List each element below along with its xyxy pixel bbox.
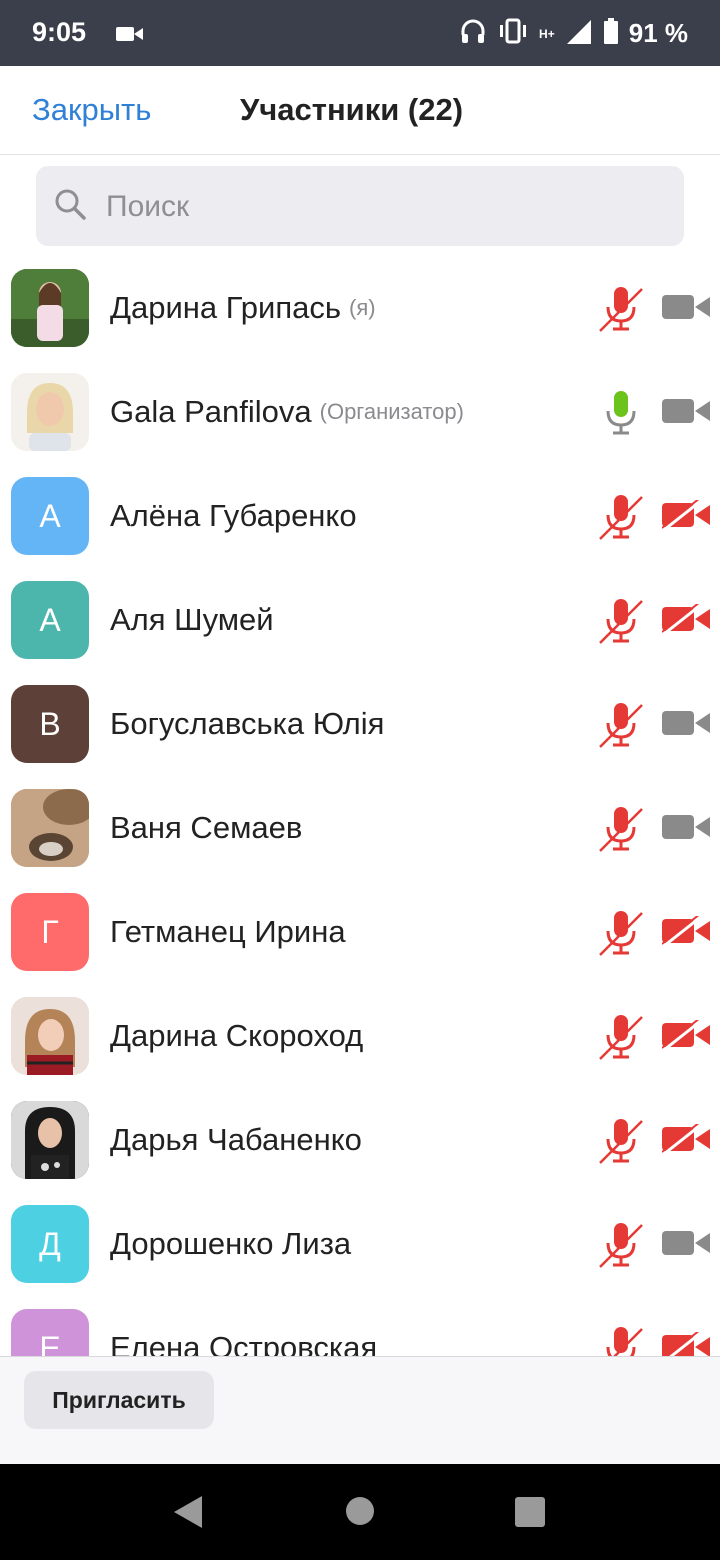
headphones-icon	[459, 17, 487, 50]
search-icon	[54, 188, 88, 227]
status-bar: 9:05 H+ 91 %	[0, 0, 720, 66]
participant-row[interactable]: Г Гетманец Ирина	[0, 880, 720, 984]
home-icon[interactable]	[345, 1496, 375, 1531]
video-off-icon[interactable]	[661, 1017, 710, 1055]
mic-on-icon[interactable]	[598, 389, 644, 442]
vibrate-icon	[497, 17, 529, 50]
video-on-icon[interactable]	[662, 812, 710, 847]
participant-name: Дорошенко Лиза	[110, 1226, 352, 1261]
mic-muted-icon[interactable]	[598, 285, 644, 338]
participant-name-group: Дарья Чабаненко	[110, 1088, 362, 1192]
avatar	[11, 789, 89, 867]
participants-list[interactable]: Дарина Грипась (я) Gala Panfilova (Орган…	[0, 256, 720, 1356]
participant-row[interactable]: Д Дорошенко Лиза	[0, 1192, 720, 1296]
participant-name: Дарина Грипась	[110, 290, 342, 325]
network-type-text: H+	[539, 26, 555, 41]
avatar-letter: В	[39, 705, 61, 742]
avatar-letter: Е	[39, 1329, 61, 1357]
participant-name: Алёна Губаренко	[110, 498, 357, 533]
battery-icon	[603, 18, 619, 49]
video-on-icon[interactable]	[662, 708, 710, 743]
participant-name: Богуславська Юлія	[110, 706, 385, 741]
recents-icon[interactable]	[515, 1497, 545, 1532]
participant-name-group: Дорошенко Лиза	[110, 1192, 351, 1296]
close-button[interactable]: Закрыть	[32, 92, 151, 128]
participant-row[interactable]: А Аля Шумей	[0, 568, 720, 672]
network-type-icon: H+	[539, 28, 555, 40]
avatar	[11, 997, 89, 1075]
participant-row[interactable]: Дарина Скороход	[0, 984, 720, 1088]
participant-name-group: Дарина Скороход	[110, 984, 363, 1088]
participant-name: Елена Островская	[110, 1330, 378, 1356]
battery-percent: 91 %	[628, 18, 688, 48]
video-off-icon[interactable]	[661, 1121, 710, 1159]
avatar: Г	[11, 893, 89, 971]
mic-muted-icon[interactable]	[598, 805, 644, 858]
invite-button[interactable]: Пригласить	[24, 1371, 214, 1429]
mic-muted-icon[interactable]	[598, 1117, 644, 1170]
video-off-icon[interactable]	[661, 913, 710, 951]
participant-row[interactable]: Ваня Семаев	[0, 776, 720, 880]
participant-name-group: Гетманец Ирина	[110, 880, 346, 984]
avatar-letter: А	[39, 497, 61, 534]
video-recording-icon	[116, 25, 144, 48]
status-time: 9:05	[32, 17, 87, 47]
search-box[interactable]	[36, 166, 684, 248]
participant-name: Дарина Скороход	[110, 1018, 364, 1053]
participant-name-group: Аля Шумей	[110, 568, 274, 672]
avatar: Д	[11, 1205, 89, 1283]
participant-name-group: Богуславська Юлія	[110, 672, 384, 776]
avatar-letter: Г	[41, 913, 59, 950]
bottom-bar: Пригласить	[0, 1356, 720, 1465]
mic-muted-icon[interactable]	[598, 909, 644, 962]
participants-header: Закрыть Участники (22)	[0, 66, 720, 155]
participant-name-group: Елена Островская	[110, 1296, 377, 1356]
avatar: В	[11, 685, 89, 763]
avatar-letter: Д	[39, 1225, 61, 1262]
signal-icon	[565, 18, 593, 49]
participant-name-group: Алёна Губаренко	[110, 464, 357, 568]
avatar	[11, 1101, 89, 1179]
avatar: А	[11, 477, 89, 555]
mic-muted-icon[interactable]	[598, 1221, 644, 1274]
avatar	[11, 269, 89, 347]
participant-name-group: Ваня Семаев	[110, 776, 302, 880]
video-off-icon[interactable]	[662, 1329, 710, 1356]
participant-name: Ваня Семаев	[110, 810, 303, 845]
participant-row[interactable]: А Алёна Губаренко	[0, 464, 720, 568]
video-off-icon[interactable]	[661, 497, 710, 535]
video-on-icon[interactable]	[662, 292, 710, 327]
video-off-icon[interactable]	[661, 601, 710, 639]
mic-muted-icon[interactable]	[598, 597, 644, 650]
participant-name: Дарья Чабаненко	[110, 1122, 362, 1157]
avatar: Е	[11, 1309, 89, 1356]
mic-muted-icon[interactable]	[598, 1013, 644, 1066]
search-input[interactable]	[104, 166, 668, 248]
video-on-icon[interactable]	[662, 1228, 710, 1263]
participant-row[interactable]: Е Елена Островская	[0, 1296, 720, 1356]
mic-muted-icon[interactable]	[598, 701, 644, 754]
video-on-icon[interactable]	[662, 396, 710, 431]
participant-name: Аля Шумей	[110, 602, 274, 637]
participant-row[interactable]: Дарья Чабаненко	[0, 1088, 720, 1192]
participant-name: Gala Panfilova	[110, 394, 312, 429]
mic-muted-icon[interactable]	[598, 1325, 644, 1356]
page-title: Участники (22)	[240, 92, 464, 127]
participant-role: (Организатор)	[319, 399, 464, 424]
avatar-letter: А	[39, 601, 61, 638]
avatar	[11, 373, 89, 451]
participant-name: Гетманец Ирина	[110, 914, 346, 949]
participant-name-group: Gala Panfilova (Организатор)	[110, 360, 464, 464]
participant-row[interactable]: Дарина Грипась (я)	[0, 256, 720, 360]
avatar: А	[11, 581, 89, 659]
participant-row[interactable]: В Богуславська Юлія	[0, 672, 720, 776]
navigation-bar	[0, 1464, 720, 1560]
participant-role: (я)	[349, 295, 376, 320]
back-icon[interactable]	[174, 1496, 204, 1533]
participant-name-group: Дарина Грипась (я)	[110, 256, 376, 360]
mic-muted-icon[interactable]	[598, 493, 644, 546]
participant-row[interactable]: Gala Panfilova (Организатор)	[0, 360, 720, 464]
